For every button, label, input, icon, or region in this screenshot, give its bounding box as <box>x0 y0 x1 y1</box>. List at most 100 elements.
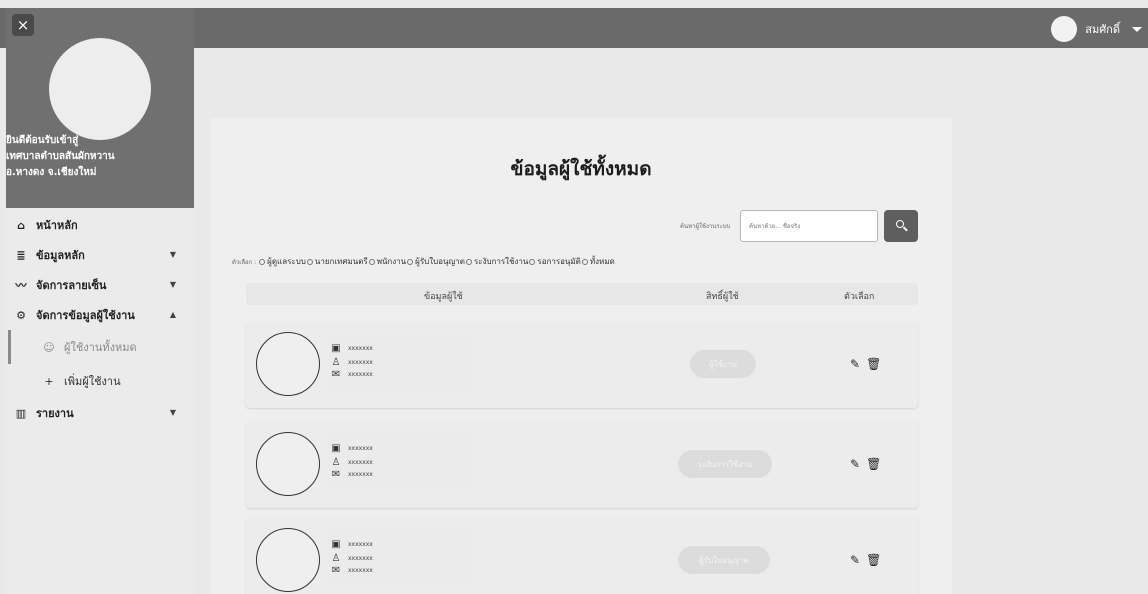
filter-option-label: พนักงาน <box>376 257 407 266</box>
filter-option-label: ทั้งหมด <box>589 257 615 266</box>
close-icon[interactable]: × <box>17 16 30 34</box>
user-email-line: ✉ xxxxxxx <box>330 468 373 480</box>
column-header-user-info: ข้อมูลผู้ใช้ <box>424 292 463 302</box>
user-id-line: ▣ xxxxxxx <box>330 342 373 354</box>
delete-icon[interactable]: 🗑 <box>866 553 881 567</box>
sidebar-item-label: ผู้ใช้งานทั้งหมด <box>64 341 137 354</box>
user-email: xxxxxxx <box>348 470 373 478</box>
search-label: ค้นหาผู้ใช้งานระบบ <box>680 223 731 230</box>
profile-avatar <box>49 38 151 140</box>
sidebar-item-master-data[interactable]: ≣ ข้อมูลหลัก ▼ <box>6 240 194 270</box>
filter-label: ตัวเลือก : <box>232 258 257 266</box>
sidebar-item-all-users[interactable]: ☺ ผู้ใช้งานทั้งหมด <box>6 330 194 364</box>
mail-icon: ✉ <box>331 564 341 576</box>
user-id: xxxxxxx <box>348 344 373 352</box>
filter-option-label: นายกเทศมนตรี <box>314 257 368 266</box>
chevron-down-icon: ▼ <box>169 408 176 417</box>
column-header-user-role: สิทธิ์ผู้ใช้ <box>706 292 739 302</box>
search-icon-handle <box>903 226 908 232</box>
delete-icon[interactable]: 🗑 <box>866 457 881 471</box>
chevron-up-icon: ▲ <box>169 310 176 319</box>
filter-option-label: ผู้รับใบอนุญาต <box>415 257 465 266</box>
radio-icon[interactable] <box>465 258 472 265</box>
row-actions: ✎ 🗑 <box>850 357 881 371</box>
search-button[interactable] <box>884 210 918 242</box>
radio-icon[interactable] <box>407 258 414 265</box>
close-sidebar-button[interactable]: × <box>12 14 34 36</box>
caret-down-icon[interactable] <box>1132 26 1142 32</box>
user-fullname: xxxxxxx <box>348 358 373 366</box>
user-info: ▣ xxxxxxx ♙ xxxxxxx ✉ xxxxxxx <box>324 530 472 588</box>
home-icon: ⌂ <box>17 218 25 232</box>
user-info: ▣ xxxxxxx ♙ xxxxxxx ✉ xxxxxxx <box>324 334 472 392</box>
user-id: xxxxxxx <box>348 540 373 548</box>
users-cog-icon: ⚙ <box>16 308 26 322</box>
filter-option-pending[interactable]: รอการอนุมัติ <box>528 255 581 268</box>
welcome-line-2: เทศบาลตำบลสันผักหวาน <box>6 151 115 162</box>
table-row: ▣ xxxxxxx ♙ xxxxxxx ✉ xxxxxxx ผู้ใช้งาน ✎ 🗑 <box>246 322 918 408</box>
filter-option-admin[interactable]: ผู้ดูแลระบบ <box>258 255 306 268</box>
database-icon: ≣ <box>16 248 26 262</box>
filter-option-label: ผู้ดูแลระบบ <box>267 257 306 266</box>
user-name[interactable]: สมศักดิ์ <box>1085 20 1120 38</box>
chevron-down-icon: ▼ <box>169 250 176 259</box>
delete-icon[interactable]: 🗑 <box>866 357 881 371</box>
filter-option-licensee[interactable]: ผู้รับใบอนุญาต <box>406 255 465 268</box>
filter-option-all[interactable]: ทั้งหมด <box>581 255 615 268</box>
sidebar-item-user-management[interactable]: ⚙ จัดการข้อมูลผู้ใช้งาน ▲ <box>6 300 194 330</box>
radio-icon[interactable] <box>581 258 588 265</box>
status-badge[interactable]: ผู้ใช้งาน <box>690 350 756 378</box>
filter-option-label: ระงับการใช้งาน <box>473 257 529 266</box>
id-card-icon: ▣ <box>331 442 341 454</box>
edit-icon[interactable]: ✎ <box>850 357 860 371</box>
user-email-line: ✉ xxxxxxx <box>330 368 373 380</box>
sidebar-item-label: หน้าหลัก <box>36 219 78 232</box>
person-icon: ♙ <box>331 552 341 564</box>
filter-option-staff[interactable]: พนักงาน <box>368 255 406 268</box>
welcome-line-1: ยินดีต้อนรับเข้าสู่ <box>6 135 79 146</box>
add-user-icon: + <box>44 374 54 388</box>
sidebar-item-report[interactable]: ▥ รายงาน ▼ <box>6 398 194 428</box>
table-row: ▣ xxxxxxx ♙ xxxxxxx ✉ xxxxxxx ระงับการใช้งา… <box>246 422 918 508</box>
status-badge[interactable]: ผู้รับใบอนุญาต <box>678 546 770 574</box>
filter-option-mayor[interactable]: นายกเทศมนตรี <box>306 255 368 268</box>
id-card-icon: ▣ <box>331 538 341 550</box>
sidebar: × ยินดีต้อนรับเข้าสู่ เทศบาลตำบลสันผักหว… <box>6 8 194 594</box>
person-icon: ♙ <box>331 356 341 368</box>
search-input[interactable] <box>740 210 878 242</box>
user-menu[interactable]: สมศักดิ์ <box>1051 16 1142 42</box>
table-header: ข้อมูลผู้ใช้ สิทธิ์ผู้ใช้ ตัวเลือก <box>246 283 918 305</box>
users-icon: ☺ <box>43 340 55 354</box>
user-id-line: ▣ xxxxxxx <box>330 538 373 550</box>
sidebar-item-label: รายงาน <box>36 407 74 420</box>
sidebar-header: × ยินดีต้อนรับเข้าสู่ เทศบาลตำบลสันผักหว… <box>6 8 194 208</box>
user-avatar[interactable] <box>1051 16 1078 42</box>
welcome-text: ยินดีต้อนรับเข้าสู่ เทศบาลตำบลสันผักหวาน… <box>6 133 194 181</box>
filter-option-suspended[interactable]: ระงับการใช้งาน <box>465 255 528 268</box>
radio-icon[interactable] <box>306 258 313 265</box>
avatar <box>256 528 320 592</box>
radio-icon[interactable] <box>529 258 536 265</box>
avatar <box>256 332 320 396</box>
person-icon: ♙ <box>331 456 341 468</box>
id-card-icon: ▣ <box>331 342 341 354</box>
status-badge[interactable]: ระงับการใช้งาน <box>678 450 772 478</box>
edit-icon[interactable]: ✎ <box>850 457 860 471</box>
welcome-line-3: อ.หางดง จ.เชียงใหม่ <box>6 167 97 178</box>
sidebar-item-add-user[interactable]: + เพิ่มผู้ใช้งาน <box>6 364 194 398</box>
radio-icon[interactable] <box>368 258 375 265</box>
sidebar-item-signature[interactable]: 〰 จัดการลายเซ็น ▼ <box>6 270 194 300</box>
signature-icon: 〰 <box>15 279 27 292</box>
user-email: xxxxxxx <box>348 566 373 574</box>
user-fullname: xxxxxxx <box>348 458 373 466</box>
edit-icon[interactable]: ✎ <box>850 553 860 567</box>
user-fullname: xxxxxxx <box>348 554 373 562</box>
role-filter-group: ตัวเลือก : ผู้ดูแลระบบ นายกเทศมนตรี พนัก… <box>232 255 615 268</box>
user-id: xxxxxxx <box>348 444 373 452</box>
sidebar-item-label: เพิ่มผู้ใช้งาน <box>64 375 121 388</box>
sidebar-item-label: ข้อมูลหลัก <box>36 249 85 262</box>
radio-icon[interactable] <box>259 258 266 265</box>
mail-icon: ✉ <box>331 368 341 380</box>
filter-option-label: รอการอนุมัติ <box>537 257 581 266</box>
sidebar-item-home[interactable]: ⌂ หน้าหลัก <box>6 210 194 240</box>
